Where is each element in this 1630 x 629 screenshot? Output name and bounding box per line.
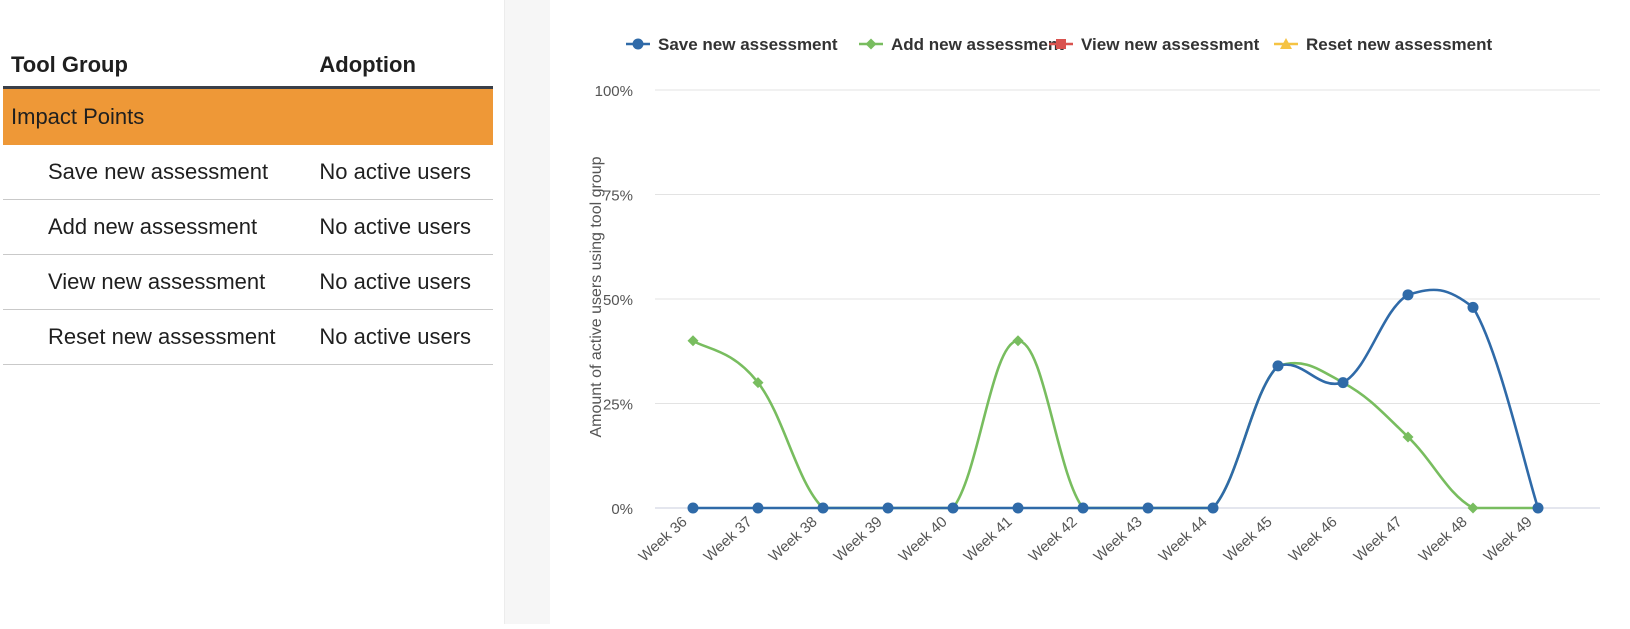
save-new-assessment-point	[1142, 502, 1154, 514]
adoption-line-chart: Save new assessment Add new assessment Vie…	[588, 35, 1600, 565]
add-new-assessment-point	[1012, 335, 1024, 347]
save-new-assessment-legend-label: Save new assessment	[658, 35, 838, 54]
x-tick-label: Week 46	[1286, 513, 1341, 565]
x-tick-label: Week 41	[961, 513, 1016, 565]
tool-adoption: No active users	[313, 145, 493, 200]
x-tick-label: Week 44	[1156, 513, 1211, 565]
table-row[interactable]: Save new assessment No active users	[3, 145, 493, 200]
y-tick-label: 50%	[603, 292, 633, 309]
y-tick-label: 25%	[603, 397, 633, 414]
reset-new-assessment-legend-label: Reset new assessment	[1306, 35, 1492, 54]
save-new-assessment-point	[1532, 502, 1544, 514]
adoption-table: Tool Group Adoption Impact Points Save n…	[3, 44, 493, 365]
group-row-impact-points[interactable]: Impact Points	[3, 87, 493, 145]
save-new-assessment-point	[1337, 377, 1349, 389]
y-tick-label: 0%	[611, 501, 633, 518]
x-tick-label: Week 36	[636, 513, 691, 565]
tool-name: Add new assessment	[3, 199, 314, 255]
save-new-assessment-point	[947, 502, 959, 514]
y-axis-label: Amount of active users using tool group	[588, 156, 605, 437]
chart-legend: Save new assessment Add new assessment Vie…	[626, 35, 1492, 54]
save-new-assessment-line	[693, 288, 1540, 510]
save-new-assessment-point	[817, 502, 829, 514]
save-new-assessment-point	[752, 502, 764, 514]
tool-adoption: No active users	[313, 309, 493, 365]
save-new-assessment-point	[1012, 502, 1024, 514]
save-new-assessment-point	[1207, 502, 1219, 514]
save-new-assessment-legend-marker	[632, 38, 644, 50]
x-tick-label: Week 47	[1351, 513, 1406, 565]
add-new-assessment-legend-label: Add new assessment	[891, 35, 1064, 54]
tool-adoption: No active users	[313, 199, 493, 255]
adoption-panel: Tool Group Adoption Impact Points Save n…	[0, 0, 504, 624]
x-tick-label: Week 39	[831, 513, 886, 565]
save-new-assessment-point	[1272, 360, 1284, 372]
add-new-assessment-line	[692, 339, 1538, 510]
x-tick-label: Week 42	[1026, 513, 1081, 565]
table-row[interactable]: Reset new assessment No active users	[3, 309, 493, 365]
y-tick-label: 75%	[603, 188, 633, 205]
x-tick-label: Week 49	[1481, 513, 1536, 565]
x-tick-label: Week 45	[1221, 513, 1276, 565]
chart-gridlines	[655, 89, 1600, 509]
add-new-assessment-point	[687, 335, 699, 347]
view-new-assessment-legend-marker	[1056, 39, 1066, 49]
add-new-assessment-legend-marker	[865, 38, 877, 50]
save-new-assessment-point	[1077, 502, 1089, 514]
panel-divider	[504, 0, 551, 624]
view-new-assessment-legend-label: View new assessment	[1081, 35, 1260, 54]
x-tick-label: Week 43	[1091, 513, 1146, 565]
x-tick-label: Week 40	[896, 513, 951, 565]
y-tick-label: 100%	[595, 83, 633, 100]
chart-panel: Save new assessment Add new assessment Vie…	[550, 0, 1630, 624]
table-header-row: Tool Group Adoption	[3, 44, 493, 89]
tool-name: View new assessment	[3, 254, 314, 310]
save-new-assessment-point	[687, 502, 699, 514]
tool-name: Reset new assessment	[3, 309, 314, 365]
group-label: Impact Points	[3, 87, 493, 145]
table-row[interactable]: View new assessment No active users	[3, 254, 493, 310]
table-row[interactable]: Add new assessment No active users	[3, 199, 493, 255]
x-tick-label: Week 48	[1416, 513, 1471, 565]
save-new-assessment-point	[1467, 301, 1479, 313]
x-tick-label: Week 37	[701, 513, 756, 565]
x-axis-ticks: Week 36 Week 37 Week 38 Week 39 Week 40 Week …	[636, 513, 1536, 565]
chart-series	[687, 288, 1544, 514]
tool-adoption: No active users	[313, 254, 493, 310]
save-new-assessment-point	[882, 502, 894, 514]
x-tick-label: Week 38	[766, 513, 821, 565]
save-new-assessment-point	[1402, 289, 1414, 301]
tool-group-header[interactable]: Tool Group	[3, 44, 314, 89]
tool-name: Save new assessment	[3, 145, 314, 200]
adoption-header[interactable]: Adoption	[313, 44, 493, 89]
